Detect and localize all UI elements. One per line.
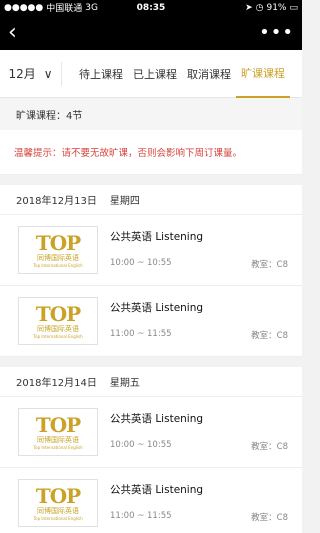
course-room: 教室：C8 [251,260,288,270]
list-item[interactable]: TOP 同博国际英语 Top International English 公共英… [0,397,302,468]
signal-icon: ●●●●● [4,2,44,13]
date-label: 2018年12月13日 [16,196,97,207]
course-logo: TOP 同博国际英语 Top International English [18,408,98,456]
more-icon[interactable]: ••• [259,22,294,43]
tab-absent[interactable]: 旷课课程 [236,50,290,98]
alarm-icon: ◷ [255,2,264,13]
tab-attended[interactable]: 已上课程 [128,50,182,98]
battery-label: 91% [266,2,287,13]
course-name: 公共英语 Listening [110,231,204,243]
nav-bar: ‹ ••• [0,15,302,50]
tip-text: 温馨提示：请不要无故旷课，否则会影响下周订课量。 [14,148,243,159]
tab-upcoming[interactable]: 待上课程 [74,50,128,98]
course-room: 教室：C8 [251,442,288,452]
date-header: 2018年12月13日 星期四 [0,185,302,215]
course-name: 公共英语 Listening [110,413,204,425]
location-icon: ➤ [245,2,253,13]
tab-cancelled[interactable]: 取消课程 [182,50,236,98]
weekday-label: 星期四 [109,196,140,207]
course-room: 教室：C8 [251,331,288,341]
carrier-label: 中国联通 [46,4,83,14]
course-time: 11:00 ~ 11:55 [110,511,172,521]
month-label: 12月 [8,67,36,81]
list-item[interactable]: TOP 同博国际英语 Top International English 公共英… [0,286,302,357]
spacer [0,357,302,367]
course-name: 公共英语 Listening [110,484,204,496]
course-time: 10:00 ~ 10:55 [110,258,172,268]
course-logo: TOP 同博国际英语 Top International English [18,297,98,345]
group-1: 2018年12月13日 星期四 TOP 同博国际英语 Top Internati… [0,185,302,357]
network-label: 3G [85,2,98,13]
list-item[interactable]: TOP 同博国际英语 Top International English 公共英… [0,468,302,533]
course-logo: TOP 同博国际英语 Top International English [18,479,98,527]
course-name: 公共英语 Listening [110,302,204,314]
course-logo: TOP 同博国际英语 Top International English [18,226,98,274]
date-label: 2018年12月14日 [16,378,97,389]
status-bar: ●●●●● 中国联通 3G 08:35 ➤ ◷ 91% ▭ [0,0,302,15]
weekday-label: 星期五 [109,378,140,389]
summary-text: 旷课课程：4节 [16,110,83,122]
battery-icon: ▭ [289,2,298,13]
month-selector[interactable]: 12月 ∨ [0,61,62,86]
group-2: 2018年12月14日 星期五 TOP 同博国际英语 Top Internati… [0,367,302,533]
warning-tip: 温馨提示：请不要无故旷课，否则会影响下周订课量。 [0,130,302,175]
tab-bar: 12月 ∨ 待上课程 已上课程 取消课程 旷课课程 [0,50,302,98]
course-time: 10:00 ~ 10:55 [110,440,172,450]
spacer [0,175,302,185]
date-header: 2018年12月14日 星期五 [0,367,302,397]
summary-bar: 旷课课程：4节 [0,98,302,130]
course-time: 11:00 ~ 11:55 [110,329,172,339]
list-item[interactable]: TOP 同博国际英语 Top International English 公共英… [0,215,302,286]
chevron-down-icon: ∨ [43,66,53,81]
back-icon[interactable]: ‹ [8,21,17,44]
course-room: 教室：C8 [251,513,288,523]
